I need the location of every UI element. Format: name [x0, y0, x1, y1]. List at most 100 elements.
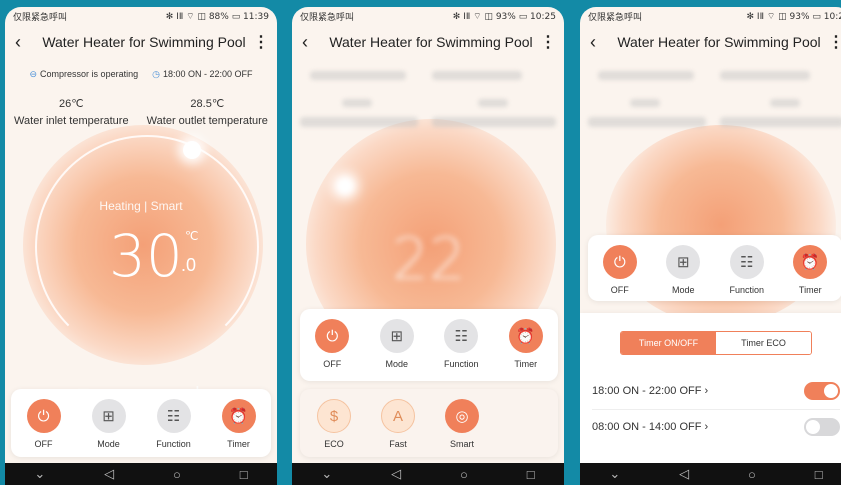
back-arrow-icon[interactable]: ‹	[590, 32, 610, 53]
mode-button[interactable]: ⊞ Mode	[653, 245, 713, 295]
more-options-icon[interactable]: ⋮	[253, 32, 269, 52]
blurred-info	[432, 117, 556, 127]
mode-button[interactable]: ⊞ Mode	[79, 399, 139, 449]
mode-button[interactable]: ⊞ Mode	[367, 319, 427, 369]
tab-timer-on-off[interactable]: Timer ON/OFF	[621, 332, 716, 354]
control-bar: ⏻ OFF ⊞ Mode ☷ Function ⏰ Timer	[300, 309, 558, 381]
nav-recent-icon[interactable]: □	[240, 467, 248, 482]
carrier-text: 仅限紧急呼叫	[588, 12, 643, 23]
nav-home-icon[interactable]: ○	[173, 467, 181, 482]
timer-tabs: Timer ON/OFF Timer ECO	[620, 331, 812, 355]
system-nav-bar: ⌄ ◁ ○ □	[5, 463, 277, 485]
title-bar: ‹ Water Heater for Swimming Pool ⋮	[292, 27, 564, 57]
status-info-row: ⊖ Compressor is operating ◷ 18:00 ON - 22:…	[5, 69, 277, 80]
nav-down-icon[interactable]: ⌄	[34, 466, 45, 482]
nav-back-icon[interactable]: ◁	[104, 466, 114, 482]
off-button[interactable]: ⏻ OFF	[302, 319, 362, 369]
blurred-info	[478, 99, 508, 107]
status-bar: 仅限紧急呼叫 ✻ ⅠⅡ ⌔ ◫ 88% ▭ 11:39	[5, 7, 277, 25]
function-options-panel: $ ECO A Fast ◎ Smart	[300, 389, 558, 457]
blurred-info	[310, 71, 406, 80]
function-button[interactable]: ☷ Function	[431, 319, 491, 369]
blurred-info	[598, 71, 694, 80]
temperature-unit: ℃	[185, 229, 199, 243]
compressor-status: ⊖ Compressor is operating	[29, 69, 139, 79]
status-bar: 仅限紧急呼叫 ✻ ⅠⅡ ⌔ ◫ 93% ▭ 10:2	[580, 7, 841, 25]
timer-row[interactable]: 08:00 ON - 14:00 OFF ›	[592, 411, 840, 443]
page-title: Water Heater for Swimming Pool	[42, 34, 246, 50]
temperature-readouts: 26℃ Water inlet temperature 28.5℃ Water …	[5, 97, 277, 127]
timer-row[interactable]: 18:00 ON - 22:00 OFF ›	[592, 375, 840, 407]
blurred-info	[720, 71, 810, 80]
alarm-clock-icon: ⏰	[508, 319, 543, 353]
nav-recent-icon[interactable]: □	[815, 467, 823, 482]
nav-home-icon[interactable]: ○	[748, 467, 756, 482]
off-button[interactable]: ⏻ OFF	[590, 245, 650, 295]
set-temperature: 22	[392, 225, 466, 293]
blurred-info	[432, 71, 522, 80]
set-temperature: 30	[109, 222, 183, 290]
nav-back-icon[interactable]: ◁	[391, 466, 401, 482]
dial-knob[interactable]	[183, 141, 201, 159]
phone-screen-timer: 仅限紧急呼叫 ✻ ⅠⅡ ⌔ ◫ 93% ▭ 10:2 ‹ Water Heate…	[580, 7, 841, 485]
status-icons: ✻ ⅠⅡ ⌔ ◫ 88% ▭ 11:39	[165, 11, 269, 22]
fast-option[interactable]: A Fast	[368, 399, 428, 449]
dollar-icon: $	[317, 399, 351, 433]
divider	[592, 409, 840, 410]
blurred-info	[342, 99, 372, 107]
more-options-icon[interactable]: ⋮	[828, 32, 841, 52]
function-icon: ☷	[156, 399, 191, 433]
tab-timer-eco[interactable]: Timer ECO	[716, 332, 811, 354]
nav-down-icon[interactable]: ⌄	[321, 466, 332, 482]
chevron-right-icon: ›	[704, 421, 709, 433]
grid-icon: ⊞	[379, 319, 414, 353]
timer-row-label: 08:00 ON - 14:00 OFF ›	[592, 421, 709, 433]
phone-screen-function: 仅限紧急呼叫 ✻ ⅠⅡ ⌔ ◫ 93% ▭ 10:25 ‹ Water Heat…	[292, 7, 564, 485]
chevron-right-icon: ›	[704, 385, 709, 397]
timer-toggle[interactable]	[804, 418, 840, 436]
timer-button[interactable]: ⏰ Timer	[780, 245, 840, 295]
timer-button[interactable]: ⏰ Timer	[496, 319, 556, 369]
blurred-info	[588, 117, 706, 127]
page-title: Water Heater for Swimming Pool	[617, 34, 821, 50]
smart-icon: ◎	[445, 399, 479, 433]
power-icon: ⏻	[602, 245, 637, 279]
blurred-info	[770, 99, 800, 107]
nav-back-icon[interactable]: ◁	[679, 466, 689, 482]
control-bar: ⏻ OFF ⊞ Mode ☷ Function ⏰ Timer	[588, 235, 841, 301]
function-icon: ☷	[444, 319, 479, 353]
status-icons: ✻ ⅠⅡ ⌔ ◫ 93% ▭ 10:25	[452, 11, 556, 22]
power-icon: ⏻	[26, 399, 61, 433]
fast-icon: A	[381, 399, 415, 433]
blurred-info	[630, 99, 660, 107]
back-arrow-icon[interactable]: ‹	[15, 32, 35, 53]
off-button[interactable]: ⏻ OFF	[14, 399, 74, 449]
function-button[interactable]: ☷ Function	[717, 245, 777, 295]
blurred-info	[300, 117, 418, 127]
grid-icon: ⊞	[91, 399, 126, 433]
nav-down-icon[interactable]: ⌄	[609, 466, 620, 482]
blurred-info	[720, 117, 841, 127]
carrier-text: 仅限紧急呼叫	[300, 12, 355, 23]
title-bar: ‹ Water Heater for Swimming Pool ⋮	[580, 27, 841, 57]
page-title: Water Heater for Swimming Pool	[329, 34, 533, 50]
more-options-icon[interactable]: ⋮	[540, 32, 556, 52]
outlet-temperature: 28.5℃ Water outlet temperature	[146, 98, 268, 127]
system-nav-bar: ⌄ ◁ ○ □	[292, 463, 564, 485]
title-bar: ‹ Water Heater for Swimming Pool ⋮	[5, 27, 277, 57]
timer-toggle[interactable]	[804, 382, 840, 400]
schedule-status: ◷ 18:00 ON - 22:00 OFF	[152, 69, 253, 79]
smart-option[interactable]: ◎ Smart	[432, 399, 492, 449]
clock-icon: ◷	[152, 69, 160, 79]
back-arrow-icon[interactable]: ‹	[302, 32, 322, 53]
function-button[interactable]: ☷ Function	[144, 399, 204, 449]
dial-knob	[336, 177, 354, 195]
nav-recent-icon[interactable]: □	[527, 467, 535, 482]
power-icon: ⏻	[315, 319, 350, 353]
timer-button[interactable]: ⏰ Timer	[209, 399, 269, 449]
temperature-decimal: .0	[181, 255, 197, 275]
nav-home-icon[interactable]: ○	[460, 467, 468, 482]
control-bar: ⏻ OFF ⊞ Mode ☷ Function ⏰ Timer	[11, 389, 271, 457]
eco-option[interactable]: $ ECO	[304, 399, 364, 449]
inlet-temperature: 26℃ Water inlet temperature	[14, 98, 129, 127]
